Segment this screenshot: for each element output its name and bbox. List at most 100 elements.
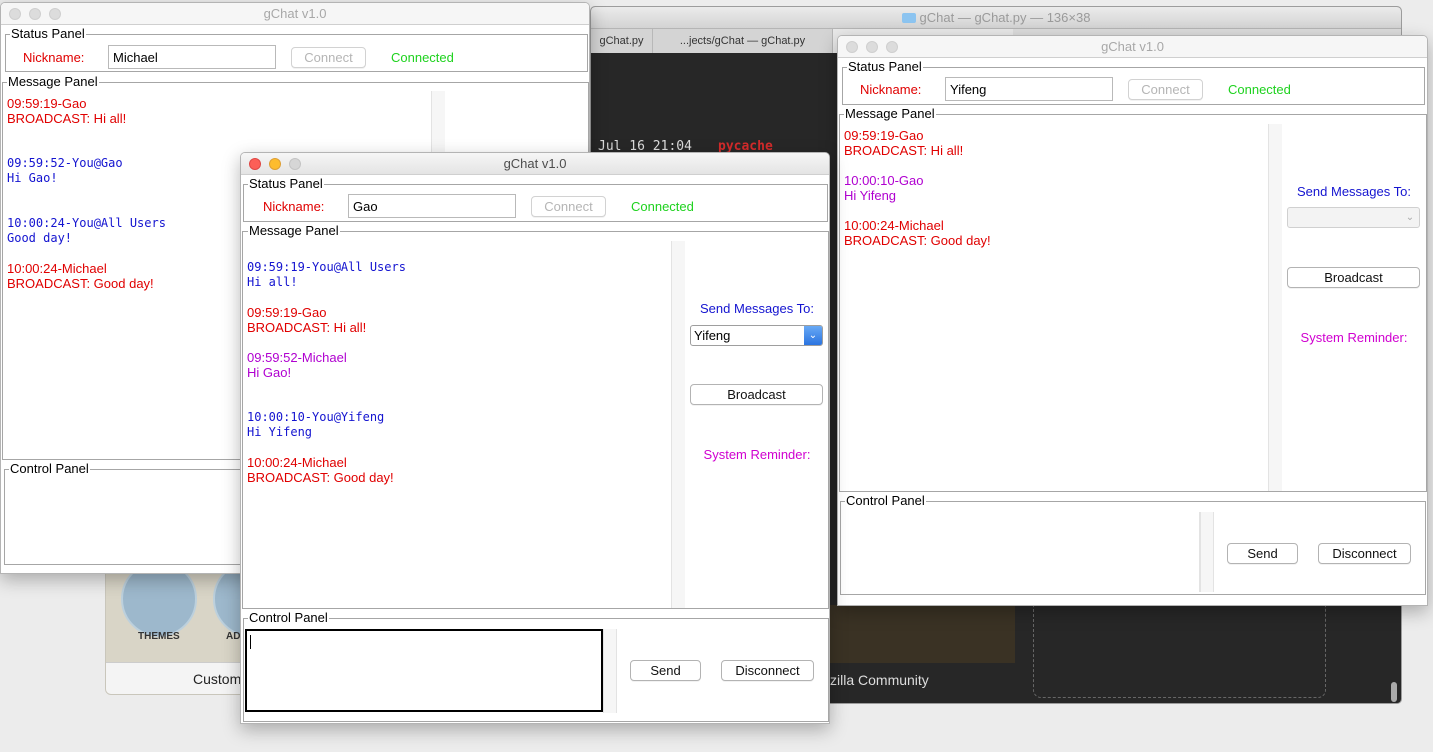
community-text: zilla Community xyxy=(830,672,929,688)
message-scrollbar[interactable] xyxy=(1268,124,1282,491)
broadcast-button[interactable]: Broadcast xyxy=(690,384,823,405)
message-item: 09:59:19-Gao BROADCAST: Hi all! xyxy=(7,96,427,126)
close-icon[interactable] xyxy=(846,41,858,53)
connection-status: Connected xyxy=(391,50,454,65)
minimize-icon[interactable] xyxy=(866,41,878,53)
editor-scrollbar[interactable] xyxy=(1391,682,1397,702)
chat-window-gao: gChat v1.0 Status Panel Nickname: Connec… xyxy=(240,152,830,724)
nickname-input[interactable] xyxy=(348,194,516,218)
message-panel-legend: Message Panel xyxy=(844,106,936,121)
compose-scrollbar[interactable] xyxy=(1200,512,1214,592)
send-button[interactable]: Send xyxy=(630,660,701,681)
nickname-label: Nickname: xyxy=(860,82,922,97)
compose-input[interactable] xyxy=(844,512,1200,592)
message-body: BROADCAST: Good day! xyxy=(844,233,991,248)
message-item: 10:00:10-You@Yifeng Hi Yifeng xyxy=(247,410,667,440)
recipient-select[interactable]: ⌄ xyxy=(1287,207,1420,228)
message-body: Hi all! xyxy=(247,275,298,289)
message-body: Hi Yifeng xyxy=(844,188,897,203)
message-header: 09:59:19-Gao xyxy=(247,305,327,320)
message-scrollbar[interactable] xyxy=(671,241,685,608)
addons-label: AD xyxy=(226,631,241,642)
recipient-select-value: Yifeng xyxy=(694,328,731,343)
chevron-down-icon: ⌄ xyxy=(1405,212,1415,223)
window-titlebar[interactable]: gChat v1.0 xyxy=(241,153,829,175)
connect-button[interactable]: Connect xyxy=(531,196,606,217)
message-body: Hi Gao! xyxy=(247,365,292,380)
message-item: 10:00:24-Michael BROADCAST: Good day! xyxy=(844,218,1264,248)
status-panel-legend: Status Panel xyxy=(248,176,324,191)
chevron-down-icon: ⌄ xyxy=(804,326,822,345)
status-panel-legend: Status Panel xyxy=(10,26,86,41)
chat-window-yifeng: gChat v1.0 Status Panel Nickname: Connec… xyxy=(837,35,1428,606)
compose-scrollbar[interactable] xyxy=(603,629,617,713)
message-header: 09:59:52-Michael xyxy=(247,350,347,365)
message-panel-legend: Message Panel xyxy=(7,74,99,89)
send-to-label: Send Messages To: xyxy=(700,301,814,316)
message-item: 09:59:52-Michael Hi Gao! xyxy=(247,350,667,380)
message-body: BROADCAST: Hi all! xyxy=(247,320,367,335)
nickname-input[interactable] xyxy=(108,45,276,69)
close-icon[interactable] xyxy=(249,158,261,170)
maximize-icon[interactable] xyxy=(289,158,301,170)
control-panel-legend: Control Panel xyxy=(9,461,90,476)
message-header: 10:00:24-Michael xyxy=(844,218,944,233)
themes-label: THEMES xyxy=(138,631,180,642)
connect-button[interactable]: Connect xyxy=(291,47,366,68)
message-panel-legend: Message Panel xyxy=(248,223,340,238)
message-body: BROADCAST: Good day! xyxy=(247,470,394,485)
send-to-label: Send Messages To: xyxy=(1297,184,1411,199)
disconnect-button[interactable]: Disconnect xyxy=(1318,543,1411,564)
message-header: 10:00:24-Michael xyxy=(247,455,347,470)
folder-icon xyxy=(901,13,916,23)
editor-title: gChat — gChat.py — 136×38 xyxy=(591,7,1401,29)
editor-tab-2[interactable]: ...jects/gChat — gChat.py xyxy=(653,29,833,53)
message-list: 09:59:19-Gao BROADCAST: Hi all! 10:00:10… xyxy=(844,128,1264,263)
window-titlebar[interactable]: gChat v1.0 xyxy=(838,36,1427,58)
nickname-input[interactable] xyxy=(945,77,1113,101)
nickname-label: Nickname: xyxy=(23,50,85,65)
maximize-icon[interactable] xyxy=(886,41,898,53)
editor-tab-1[interactable]: gChat.py xyxy=(591,29,653,53)
window-titlebar[interactable]: gChat v1.0 xyxy=(1,3,589,25)
message-header: 09:59:19-Gao xyxy=(7,96,87,111)
window-title: gChat v1.0 xyxy=(1101,39,1164,54)
disconnect-button[interactable]: Disconnect xyxy=(721,660,814,681)
message-list: 09:59:19-You@All Users Hi all! 09:59:19-… xyxy=(247,260,667,500)
control-panel-legend: Control Panel xyxy=(248,610,329,625)
system-reminder-label: System Reminder: xyxy=(703,447,811,462)
control-panel-legend: Control Panel xyxy=(845,493,926,508)
message-item: 10:00:10-Gao Hi Yifeng xyxy=(844,173,1264,203)
system-reminder-label: System Reminder: xyxy=(1300,330,1408,345)
message-item: 09:59:19-You@All Users Hi all! xyxy=(247,260,667,290)
connect-button[interactable]: Connect xyxy=(1128,79,1203,100)
minimize-icon[interactable] xyxy=(29,8,41,20)
message-header: 10:00:10-You@Yifeng xyxy=(247,410,385,424)
send-button[interactable]: Send xyxy=(1227,543,1298,564)
minimize-icon[interactable] xyxy=(269,158,281,170)
connection-status: Connected xyxy=(631,199,694,214)
close-icon[interactable] xyxy=(9,8,21,20)
message-header: 10:00:10-Gao xyxy=(844,173,924,188)
compose-input[interactable] xyxy=(245,629,603,712)
status-panel-legend: Status Panel xyxy=(847,59,923,74)
dashed-tile xyxy=(1033,606,1326,698)
text-cursor xyxy=(250,635,251,649)
window-title: gChat v1.0 xyxy=(503,156,567,171)
message-header: 09:59:19-Gao xyxy=(844,128,924,143)
recipient-select[interactable]: Yifeng ⌄ xyxy=(690,325,823,346)
message-header: 09:59:19-You@All Users xyxy=(247,260,406,274)
message-item: 09:59:19-Gao BROADCAST: Hi all! xyxy=(247,305,667,335)
nickname-label: Nickname: xyxy=(263,199,325,214)
message-item: 10:00:24-Michael BROADCAST: Good day! xyxy=(247,455,667,485)
message-body: Hi Yifeng xyxy=(247,425,313,439)
window-title: gChat v1.0 xyxy=(263,6,327,21)
customize-label: Custom xyxy=(193,671,242,687)
broadcast-button[interactable]: Broadcast xyxy=(1287,267,1420,288)
message-body: BROADCAST: Hi all! xyxy=(7,111,127,126)
connection-status: Connected xyxy=(1228,82,1291,97)
message-item: 09:59:19-Gao BROADCAST: Hi all! xyxy=(844,128,1264,158)
message-body: BROADCAST: Hi all! xyxy=(844,143,964,158)
background-image xyxy=(830,605,1015,663)
maximize-icon[interactable] xyxy=(49,8,61,20)
